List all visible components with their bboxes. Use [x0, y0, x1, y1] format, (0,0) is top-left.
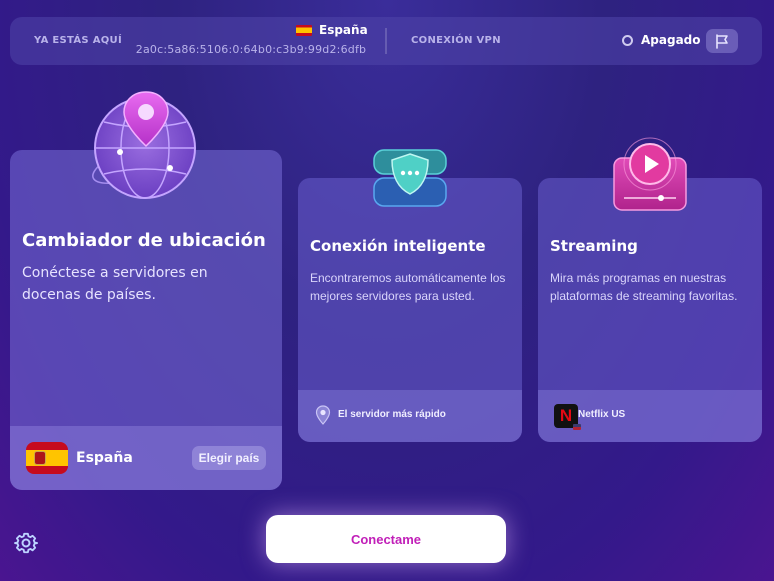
vpn-connection-label: CONEXIÓN VPN: [411, 35, 501, 46]
streaming-card[interactable]: Streaming Mira más programas en nuestras…: [538, 178, 762, 442]
streaming-footer: N Netflix US: [538, 390, 762, 442]
vpn-status-text: Apagado: [641, 33, 701, 47]
status-dot-icon: [622, 34, 633, 46]
smart-connection-footer: El servidor más rápido: [298, 390, 522, 442]
connect-button[interactable]: Conectame: [266, 515, 506, 563]
play-screen-icon: [613, 137, 687, 211]
current-country: España: [296, 23, 368, 37]
ip-address: 2a0c:5a86:5106:0:64b0:c3b9:99d2:6dfb: [135, 43, 367, 56]
location-changer-description: Conéctese a servidores en docenas de paí…: [22, 265, 208, 303]
streaming-description: Mira más programas en nuestras plataform…: [550, 271, 738, 303]
vpn-status: Apagado: [622, 33, 701, 47]
shield-icon: [373, 149, 447, 207]
settings-gear-icon[interactable]: [14, 531, 38, 555]
current-location-label: YA ESTÁS AQUÍ: [34, 35, 122, 46]
selected-country: España: [76, 450, 133, 466]
spain-flag-icon: [296, 24, 312, 36]
streaming-title: Streaming: [550, 237, 638, 255]
netflix-icon: N: [554, 404, 581, 430]
location-pin-icon: [315, 405, 331, 425]
choose-country-button[interactable]: Elegir país: [192, 446, 266, 470]
smart-connection-description: Encontraremos automáticamente los mejore…: [310, 271, 506, 303]
report-button[interactable]: [706, 29, 738, 53]
smart-connection-card[interactable]: Conexión inteligente Encontraremos autom…: [298, 178, 522, 442]
current-country-name: España: [319, 23, 368, 37]
flag-icon: [716, 33, 728, 49]
divider: [385, 28, 387, 54]
globe-pin-icon: [92, 91, 196, 199]
spain-flag-icon: [26, 442, 68, 474]
location-changer-footer: España Elegir país: [10, 426, 282, 490]
smart-connection-title: Conexión inteligente: [310, 237, 486, 255]
location-changer-title: Cambiador de ubicación: [22, 230, 266, 251]
streaming-service-label: Netflix US: [578, 409, 626, 420]
fastest-server-label: El servidor más rápido: [338, 409, 446, 420]
status-bar: YA ESTÁS AQUÍ España 2a0c:5a86:5106:0:64…: [10, 17, 762, 65]
